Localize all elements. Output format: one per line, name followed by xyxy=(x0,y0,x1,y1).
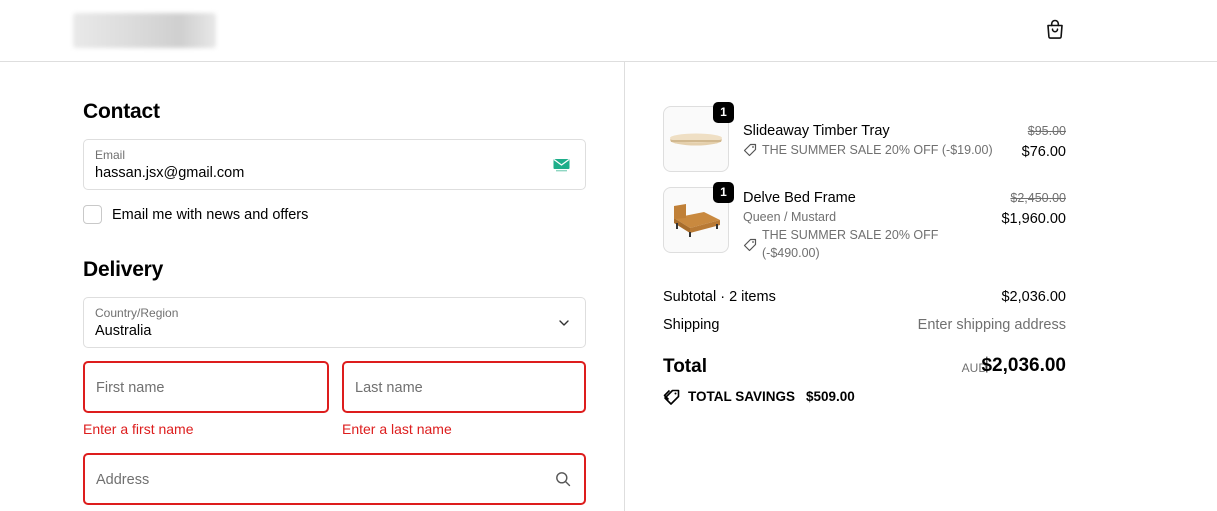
original-price: $2,450.00 xyxy=(1010,191,1066,205)
tag-icon xyxy=(743,238,757,252)
chevron-down-icon xyxy=(559,320,569,326)
newsletter-label: Email me with news and offers xyxy=(112,207,309,223)
country-value: Australia xyxy=(95,323,152,339)
total-value: $2,036.00 xyxy=(981,355,1066,376)
first-name-input[interactable]: First name xyxy=(83,361,329,413)
contact-card-icon[interactable] xyxy=(553,158,570,172)
delivery-title: Delivery xyxy=(83,258,164,281)
tag-icon xyxy=(743,143,757,157)
subtotal-value: $2,036.00 xyxy=(1001,289,1066,305)
first-name-placeholder: First name xyxy=(96,380,165,396)
item-price: $1,960.00 xyxy=(1001,211,1066,227)
original-price: $95.00 xyxy=(1027,124,1066,138)
shipping-label: Shipping xyxy=(663,317,720,333)
total-savings-value: $509.00 xyxy=(806,389,855,404)
last-name-placeholder: Last name xyxy=(355,380,423,396)
order-summary: 1 Slideaway Timber Tray THE SUMMER SALE … xyxy=(625,62,1217,511)
quantity-badge: 1 xyxy=(713,102,734,123)
product-name: Slideaway Timber Tray xyxy=(743,123,890,139)
total-savings-label: TOTAL SAVINGS xyxy=(688,389,796,404)
item-price: $76.00 xyxy=(1021,144,1066,160)
email-value: hassan.jsx@gmail.com xyxy=(95,165,245,181)
discount-amount: (-$490.00) xyxy=(762,246,820,260)
savings-tag-icon xyxy=(663,389,680,405)
last-name-error: Enter a last name xyxy=(342,421,452,437)
country-label: Country/Region xyxy=(95,306,179,320)
checkout-form: Contact Email hassan.jsx@gmail.com Email… xyxy=(0,62,624,511)
email-field[interactable]: Email hassan.jsx@gmail.com xyxy=(83,139,586,190)
address-input[interactable]: Address xyxy=(83,453,586,505)
country-select[interactable]: Country/Region Australia xyxy=(83,297,586,348)
discount-label: THE SUMMER SALE 20% OFF xyxy=(762,228,939,242)
product-name: Delve Bed Frame xyxy=(743,190,856,206)
shipping-value: Enter shipping address xyxy=(917,317,1066,333)
quantity-badge: 1 xyxy=(713,182,734,203)
product-variant: Queen / Mustard xyxy=(743,210,837,224)
email-label: Email xyxy=(95,148,126,162)
store-logo[interactable] xyxy=(73,13,216,48)
address-placeholder: Address xyxy=(96,472,150,488)
shopping-bag-icon[interactable] xyxy=(1043,17,1067,41)
newsletter-checkbox[interactable] xyxy=(83,205,102,224)
first-name-error: Enter a first name xyxy=(83,421,194,437)
subtotal-label: Subtotal · 2 items xyxy=(663,289,776,305)
last-name-input[interactable]: Last name xyxy=(342,361,586,413)
total-label: Total xyxy=(663,356,707,377)
contact-title: Contact xyxy=(83,100,160,123)
discount-label: THE SUMMER SALE 20% OFF (-$19.00) xyxy=(762,143,993,157)
search-icon[interactable] xyxy=(555,471,571,487)
header xyxy=(0,0,1217,62)
